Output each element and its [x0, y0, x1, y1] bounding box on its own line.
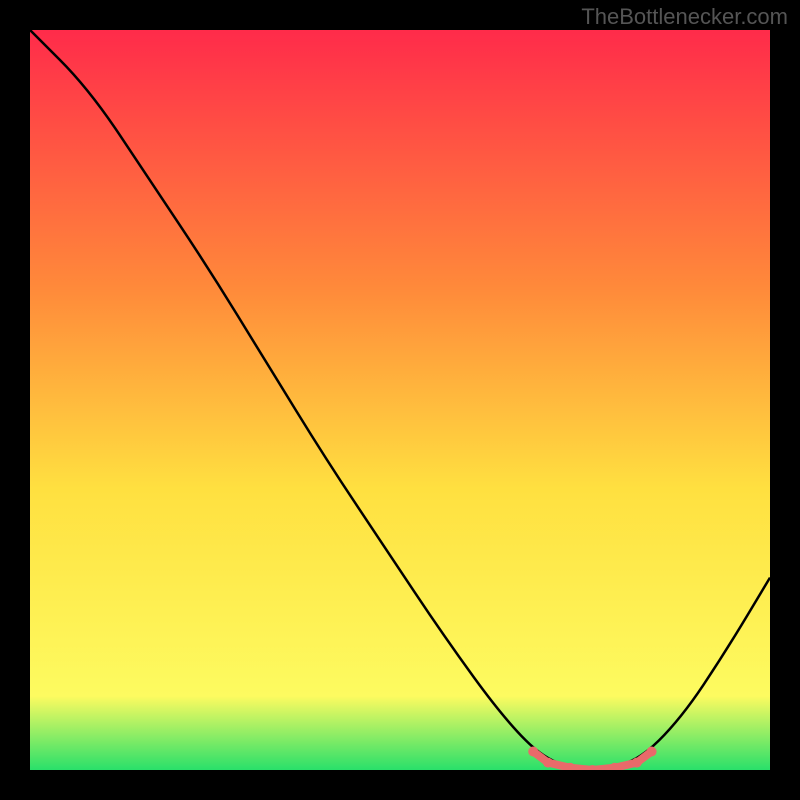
chart-area	[30, 30, 770, 770]
highlight-point	[647, 747, 657, 757]
watermark-text: TheBottlenecker.com	[581, 4, 788, 30]
highlight-point	[632, 758, 642, 768]
highlight-point	[543, 758, 553, 768]
gradient-background	[30, 30, 770, 770]
chart-svg	[30, 30, 770, 770]
highlight-point	[528, 747, 538, 757]
